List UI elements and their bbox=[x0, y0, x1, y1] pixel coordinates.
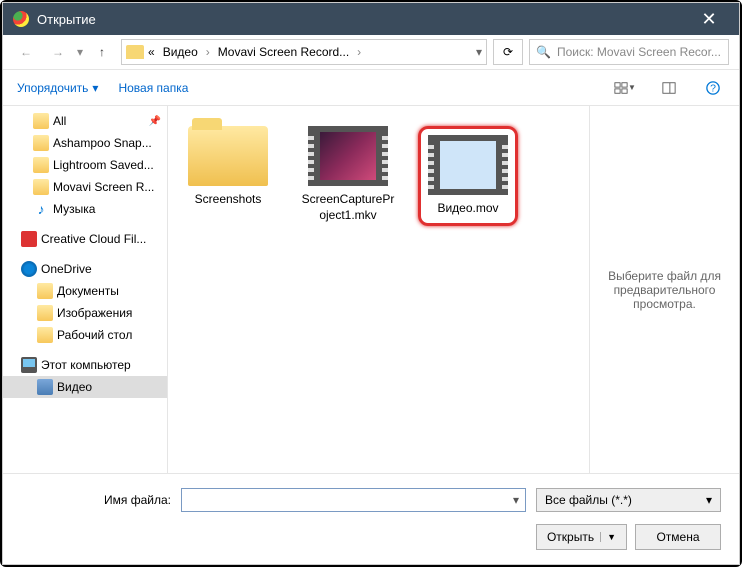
refresh-icon: ⟳ bbox=[503, 45, 513, 59]
folder-thumbnail bbox=[188, 126, 268, 186]
file-name: Screenshots bbox=[178, 192, 278, 208]
toolbar: Упорядочить ▾ Новая папка ▼ ? bbox=[3, 70, 739, 106]
folder-icon bbox=[33, 157, 49, 173]
file-name: ScreenCapturePr oject1.mkv bbox=[298, 192, 398, 223]
chevron-right-icon: › bbox=[206, 45, 210, 59]
new-folder-label: Новая папка bbox=[118, 81, 188, 95]
crumb-prefix: « bbox=[148, 45, 155, 59]
video-thumbnail bbox=[428, 135, 508, 195]
sidebar-item[interactable]: Видео bbox=[3, 376, 167, 398]
filter-label: Все файлы (*.*) bbox=[545, 493, 632, 507]
help-button[interactable]: ? bbox=[701, 76, 725, 100]
open-label: Открыть bbox=[547, 530, 594, 544]
sidebar[interactable]: All 📌 Ashampoo Snap... Lightroom Saved... Mo… bbox=[3, 106, 168, 473]
chevron-down-icon[interactable]: ▼ bbox=[600, 532, 616, 542]
sidebar-item-label: All bbox=[53, 114, 66, 128]
folder-icon bbox=[37, 305, 53, 321]
sidebar-item-label: Документы bbox=[57, 284, 119, 298]
folder-icon bbox=[33, 135, 49, 151]
open-file-dialog: Открытие ✕ ← → ▾ ↑ « Видео › Movavi Scre… bbox=[2, 2, 740, 565]
sidebar-item[interactable]: Документы bbox=[3, 280, 167, 302]
sidebar-item[interactable]: Movavi Screen R... bbox=[3, 176, 167, 198]
chevron-down-icon: ▾ bbox=[706, 493, 712, 507]
chevron-right-icon: › bbox=[357, 45, 361, 59]
sidebar-item[interactable]: OneDrive bbox=[3, 258, 167, 280]
dialog-body: All 📌 Ashampoo Snap... Lightroom Saved... Mo… bbox=[3, 106, 739, 473]
preview-pane: Выберите файл для предварительного просм… bbox=[589, 106, 739, 473]
sidebar-item[interactable]: Creative Cloud Fil... bbox=[3, 228, 167, 250]
refresh-button[interactable]: ⟳ bbox=[493, 39, 523, 65]
folder-icon bbox=[33, 179, 49, 195]
chevron-down-icon[interactable]: ▾ bbox=[77, 45, 83, 59]
filename-input[interactable]: ▾ bbox=[181, 488, 526, 512]
folder-icon bbox=[37, 327, 53, 343]
chevron-down-icon: ▼ bbox=[628, 83, 636, 92]
sidebar-item[interactable]: Изображения bbox=[3, 302, 167, 324]
new-folder-button[interactable]: Новая папка bbox=[118, 81, 188, 95]
folder-icon bbox=[126, 45, 144, 59]
sidebar-item-label: Этот компьютер bbox=[41, 358, 131, 372]
chevron-down-icon[interactable]: ▾ bbox=[476, 45, 482, 59]
search-input[interactable]: 🔍 Поиск: Movavi Screen Recor... bbox=[529, 39, 729, 65]
preview-text: Выберите файл для предварительного просм… bbox=[608, 269, 721, 311]
svg-text:?: ? bbox=[710, 82, 716, 94]
cloud-icon bbox=[21, 261, 37, 277]
sidebar-item[interactable]: Рабочий стол bbox=[3, 324, 167, 346]
search-icon: 🔍 bbox=[536, 45, 551, 59]
sidebar-item-label: Movavi Screen R... bbox=[53, 180, 154, 194]
window-title: Открытие bbox=[37, 12, 689, 27]
dialog-footer: Имя файла: ▾ Все файлы (*.*) ▾ Открыть ▼… bbox=[3, 473, 739, 564]
cancel-label: Отмена bbox=[656, 530, 699, 544]
breadcrumb[interactable]: « Видео › Movavi Screen Record... › ▾ bbox=[121, 39, 487, 65]
chrome-icon bbox=[13, 11, 29, 27]
sidebar-item-label: Музыка bbox=[53, 202, 95, 216]
file-name: Видео.mov bbox=[423, 201, 513, 217]
crumb-video[interactable]: Видео bbox=[159, 43, 202, 61]
content-area: Screenshots ScreenCapturePr oject1.mkv Вид… bbox=[168, 106, 739, 473]
preview-pane-button[interactable] bbox=[657, 76, 681, 100]
open-button[interactable]: Открыть ▼ bbox=[536, 524, 627, 550]
sidebar-item-label: Ashampoo Snap... bbox=[53, 136, 152, 150]
forward-button: → bbox=[45, 39, 71, 65]
video-thumbnail bbox=[308, 126, 388, 186]
file-item[interactable]: Screenshots bbox=[178, 126, 278, 208]
organize-button[interactable]: Упорядочить ▾ bbox=[17, 81, 98, 95]
back-button[interactable]: ← bbox=[13, 39, 39, 65]
crumb-movavi[interactable]: Movavi Screen Record... bbox=[214, 43, 353, 61]
file-item[interactable]: Видео.mov bbox=[418, 126, 518, 226]
sidebar-item-label: Creative Cloud Fil... bbox=[41, 232, 146, 246]
cc-icon bbox=[21, 231, 37, 247]
search-placeholder: Поиск: Movavi Screen Recor... bbox=[557, 45, 721, 59]
folder-icon bbox=[37, 283, 53, 299]
sidebar-item-label: Видео bbox=[57, 380, 92, 394]
chevron-down-icon: ▾ bbox=[92, 81, 98, 95]
music-icon: ♪ bbox=[33, 201, 49, 217]
up-button[interactable]: ↑ bbox=[89, 39, 115, 65]
title-bar: Открытие ✕ bbox=[3, 3, 739, 35]
address-bar: ← → ▾ ↑ « Видео › Movavi Screen Record..… bbox=[3, 35, 739, 70]
organize-label: Упорядочить bbox=[17, 81, 88, 95]
sidebar-item[interactable]: ♪ Музыка bbox=[3, 198, 167, 220]
view-options-button[interactable]: ▼ bbox=[613, 76, 637, 100]
sidebar-item[interactable]: Этот компьютер bbox=[3, 354, 167, 376]
pin-icon: 📌 bbox=[149, 116, 161, 127]
sidebar-item[interactable]: Lightroom Saved... bbox=[3, 154, 167, 176]
close-button[interactable]: ✕ bbox=[689, 9, 729, 30]
pc-icon bbox=[21, 357, 37, 373]
video-icon bbox=[37, 379, 53, 395]
sidebar-item[interactable]: All 📌 bbox=[3, 110, 167, 132]
sidebar-item-label: Lightroom Saved... bbox=[53, 158, 154, 172]
sidebar-item-label: OneDrive bbox=[41, 262, 92, 276]
chevron-down-icon[interactable]: ▾ bbox=[513, 493, 519, 507]
file-item[interactable]: ScreenCapturePr oject1.mkv bbox=[298, 126, 398, 223]
file-list[interactable]: Screenshots ScreenCapturePr oject1.mkv Вид… bbox=[168, 106, 589, 473]
filetype-filter[interactable]: Все файлы (*.*) ▾ bbox=[536, 488, 721, 512]
folder-icon bbox=[33, 113, 49, 129]
sidebar-item-label: Изображения bbox=[57, 306, 132, 320]
sidebar-item[interactable]: Ashampoo Snap... bbox=[3, 132, 167, 154]
sidebar-item-label: Рабочий стол bbox=[57, 328, 132, 342]
cancel-button[interactable]: Отмена bbox=[635, 524, 721, 550]
filename-label: Имя файла: bbox=[21, 493, 171, 507]
